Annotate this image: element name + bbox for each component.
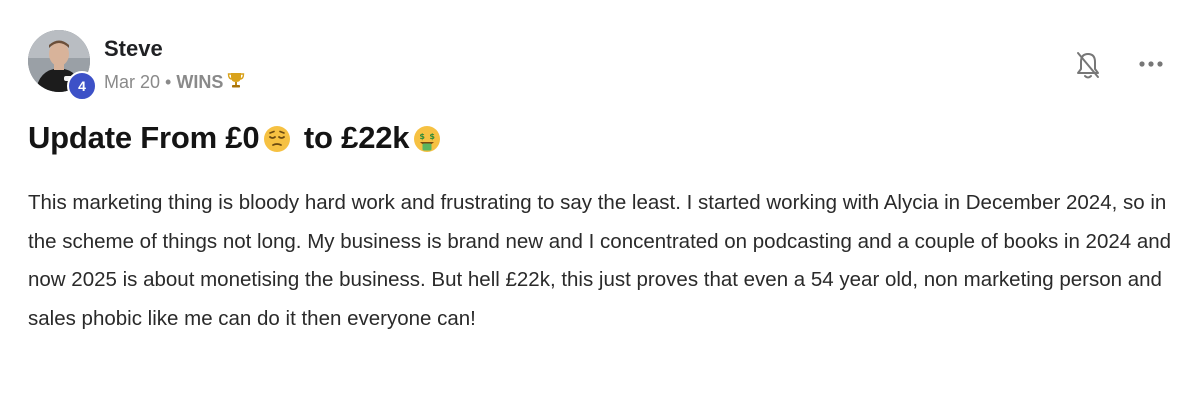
bell-off-icon[interactable] [1073, 50, 1103, 82]
more-options-icon[interactable] [1136, 52, 1166, 76]
svg-text:$: $ [430, 132, 436, 141]
post-title: Update From £0 to £22k $ $ [28, 120, 445, 156]
post-title-part-1: Update From £0 [28, 120, 260, 155]
author-name[interactable]: Steve [104, 36, 163, 62]
post-meta: Mar 20 • WINS [104, 71, 245, 94]
post-card: 4 Steve Mar 20 • WINS Update From £0 to … [0, 0, 1200, 401]
pensive-face-emoji [261, 122, 293, 154]
post-date[interactable]: Mar 20 [104, 72, 160, 93]
trophy-icon [227, 71, 245, 94]
post-title-part-2: to £22k [295, 120, 410, 155]
money-mouth-face-emoji: $ $ [411, 122, 443, 154]
post-body: This marketing thing is bloody hard work… [28, 191, 1172, 330]
meta-separator: • [165, 72, 172, 92]
level-badge: 4 [67, 71, 97, 101]
post-category[interactable]: WINS [176, 72, 223, 93]
svg-text:$: $ [420, 132, 426, 141]
